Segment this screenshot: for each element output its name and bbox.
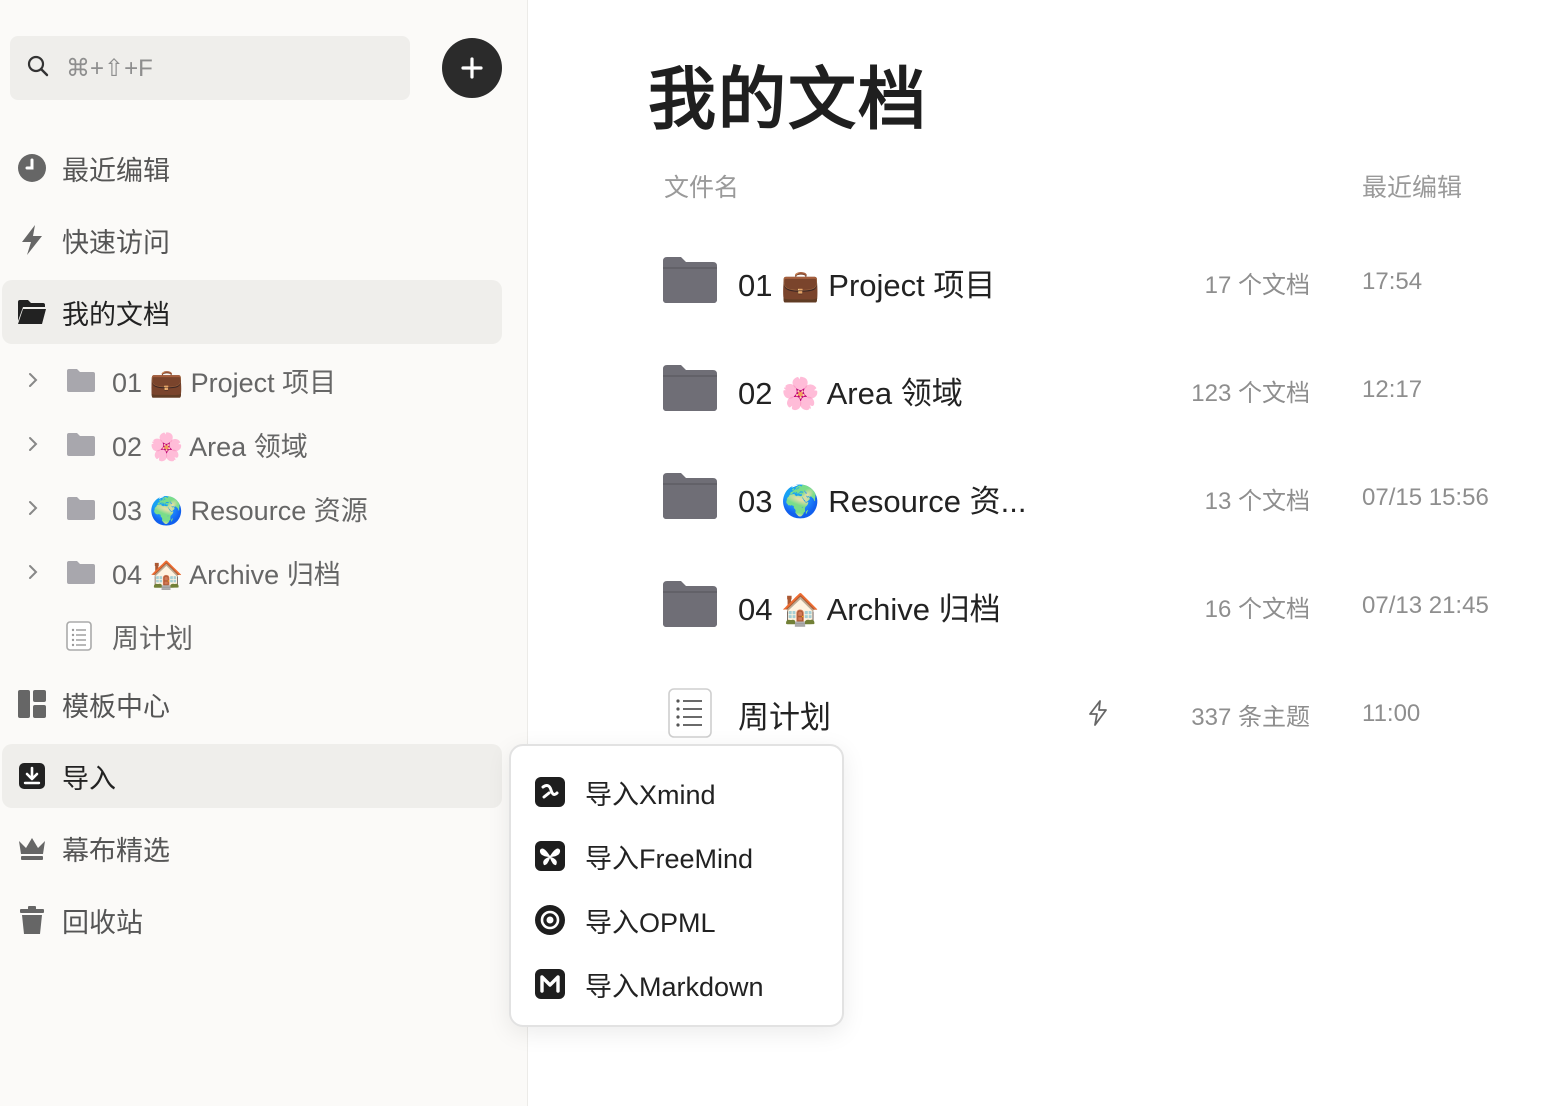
markdown-icon <box>535 969 565 999</box>
menu-item-import-opml[interactable]: 导入OPML <box>535 895 716 945</box>
clock-icon <box>16 152 48 184</box>
import-icon <box>16 760 48 792</box>
row-name: 01 💼 Project 项目 <box>738 267 996 303</box>
menu-item-import-freemind[interactable]: 导入FreeMind <box>535 831 753 881</box>
page-title: 我的文档 <box>648 62 929 138</box>
row-name: 03 🌍 Resource 资... <box>738 483 1027 519</box>
folder-icon <box>66 495 98 521</box>
chevron-right-icon[interactable] <box>20 564 46 580</box>
folder-icon <box>66 367 98 393</box>
xmind-icon <box>535 777 565 807</box>
chevron-right-icon[interactable] <box>20 436 46 452</box>
nav-label: 导入 <box>62 763 116 794</box>
tree-item-label: 03 🌍 Resource 资源 <box>112 495 368 526</box>
row-time: 17:54 <box>1362 268 1423 295</box>
folder-icon <box>662 256 718 309</box>
table-row[interactable]: 03 🌍 Resource 资... 13 个文档 07/15 15:56 <box>660 458 1530 538</box>
nav-label: 最近编辑 <box>62 155 170 186</box>
trash-icon <box>16 904 48 936</box>
search-input[interactable]: ⌘+⇧+F <box>10 36 410 100</box>
nav-label: 我的文档 <box>62 299 170 330</box>
folder-icon <box>66 559 98 585</box>
search-placeholder: ⌘+⇧+F <box>66 54 153 82</box>
folder-icon <box>66 431 98 457</box>
row-name: 周计划 <box>738 699 831 735</box>
tree-item-label: 02 🌸 Area 领域 <box>112 431 308 462</box>
row-count: 123 个文档 <box>1191 379 1310 407</box>
tree-item-project[interactable]: 01 💼 Project 项目 <box>20 352 500 408</box>
column-header-name[interactable]: 文件名 <box>664 168 739 204</box>
column-header-edited[interactable]: 最近编辑 <box>1362 168 1462 204</box>
plus-icon <box>461 57 483 79</box>
chevron-right-icon[interactable] <box>20 372 46 388</box>
tree-item-area[interactable]: 02 🌸 Area 领域 <box>20 416 500 472</box>
nav-label: 回收站 <box>62 907 143 938</box>
row-name: 04 🏠 Archive 归档 <box>738 591 1001 627</box>
nav-featured[interactable]: 幕布精选 <box>2 816 502 880</box>
row-time: 11:00 <box>1362 700 1421 727</box>
menu-item-label: 导入Markdown <box>585 971 764 1002</box>
row-count: 13 个文档 <box>1204 487 1310 515</box>
row-time: 12:17 <box>1362 376 1423 403</box>
freemind-icon <box>535 841 565 871</box>
tree-item-weekly-plan[interactable]: 周计划 <box>20 608 500 664</box>
quick-access-bolt-icon[interactable] <box>1088 700 1108 731</box>
opml-icon <box>535 905 565 935</box>
folder-icon <box>662 364 718 417</box>
sidebar: ⌘+⇧+F 最近编辑 快速访问 我的文档 01 💼 Project 项目 02 … <box>0 0 528 1106</box>
table-row[interactable]: 04 🏠 Archive 归档 16 个文档 07/13 21:45 <box>660 566 1530 646</box>
row-time: 07/15 15:56 <box>1362 484 1489 511</box>
tree-item-label: 周计划 <box>112 623 193 654</box>
nav-templates[interactable]: 模板中心 <box>2 672 502 736</box>
table-row[interactable]: 周计划 337 条主题 11:00 <box>660 674 1530 754</box>
tree-item-label: 04 🏠 Archive 归档 <box>112 559 341 590</box>
tree-item-archive[interactable]: 04 🏠 Archive 归档 <box>20 544 500 600</box>
template-icon <box>16 688 48 720</box>
row-count: 16 个文档 <box>1204 595 1310 623</box>
nav-quick-access[interactable]: 快速访问 <box>2 208 502 272</box>
folder-icon <box>662 472 718 525</box>
document-icon <box>668 688 712 743</box>
bolt-icon <box>16 224 48 256</box>
row-time: 07/13 21:45 <box>1362 592 1489 619</box>
row-count: 17 个文档 <box>1204 271 1310 299</box>
nav-my-docs[interactable]: 我的文档 <box>2 280 502 344</box>
document-icon <box>66 621 98 651</box>
nav-label: 模板中心 <box>62 691 170 722</box>
chevron-right-icon[interactable] <box>20 500 46 516</box>
menu-item-label: 导入Xmind <box>585 779 716 810</box>
menu-item-import-xmind[interactable]: 导入Xmind <box>535 767 716 817</box>
table-row[interactable]: 02 🌸 Area 领域 123 个文档 12:17 <box>660 350 1530 430</box>
tree-item-resource[interactable]: 03 🌍 Resource 资源 <box>20 480 500 536</box>
row-count: 337 条主题 <box>1191 703 1310 731</box>
nav-label: 快速访问 <box>62 227 170 258</box>
search-icon <box>26 54 50 83</box>
add-button[interactable] <box>442 38 502 98</box>
menu-item-label: 导入FreeMind <box>585 843 754 874</box>
nav-label: 幕布精选 <box>62 835 170 866</box>
folder-icon <box>662 580 718 633</box>
crown-icon <box>16 832 48 864</box>
menu-item-label: 导入OPML <box>585 907 716 938</box>
nav-import[interactable]: 导入 <box>2 744 502 808</box>
folder-open-icon <box>16 296 48 328</box>
row-name: 02 🌸 Area 领域 <box>738 375 963 411</box>
menu-item-import-markdown[interactable]: 导入Markdown <box>535 959 764 1009</box>
tree-item-label: 01 💼 Project 项目 <box>112 367 337 398</box>
table-row[interactable]: 01 💼 Project 项目 17 个文档 17:54 <box>660 242 1530 322</box>
nav-recent[interactable]: 最近编辑 <box>2 136 502 200</box>
nav-trash[interactable]: 回收站 <box>2 888 502 952</box>
import-menu: 导入Xmind 导入FreeMind 导入OPML 导入Markdown <box>509 744 844 1027</box>
